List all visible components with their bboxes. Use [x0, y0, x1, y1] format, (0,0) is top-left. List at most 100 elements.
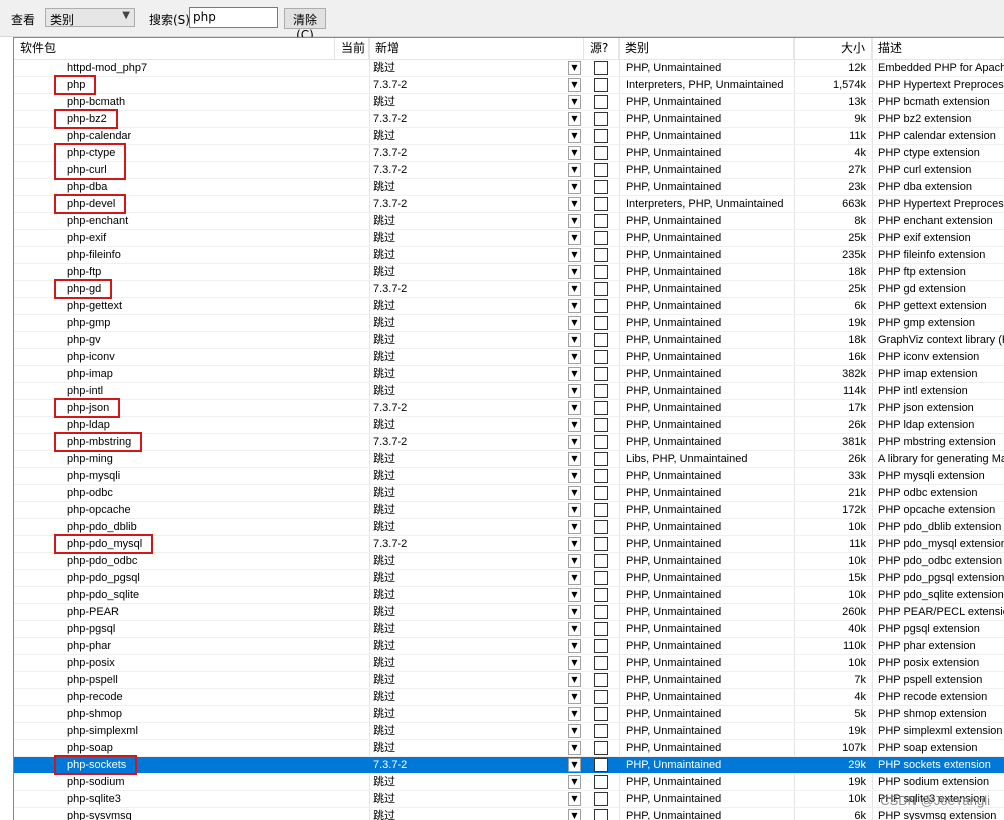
- table-row[interactable]: php-ctype 7.3.7-2 ▼ PHP, Unmaintained 4k PHP …: [14, 145, 1004, 162]
- table-row[interactable]: php-dba 跳过 ▼ PHP, Unmaintained 23k PHP dba ex…: [14, 179, 1004, 196]
- source-checkbox[interactable]: [594, 163, 608, 177]
- column-header-description[interactable]: 描述: [872, 38, 1004, 59]
- chevron-down-icon[interactable]: ▼: [568, 775, 581, 789]
- chevron-down-icon[interactable]: ▼: [568, 333, 581, 347]
- new-version-select[interactable]: 7.3.7-2: [373, 145, 568, 162]
- chevron-down-icon[interactable]: ▼: [568, 129, 581, 143]
- source-checkbox[interactable]: [594, 503, 608, 517]
- table-row[interactable]: php 7.3.7-2 ▼ Interpreters, PHP, Unmaintain…: [14, 77, 1004, 94]
- source-checkbox[interactable]: [594, 571, 608, 585]
- new-version-select[interactable]: 7.3.7-2: [373, 434, 568, 451]
- chevron-down-icon[interactable]: ▼: [568, 452, 581, 466]
- chevron-down-icon[interactable]: ▼: [568, 350, 581, 364]
- source-checkbox[interactable]: [594, 112, 608, 126]
- source-checkbox[interactable]: [594, 605, 608, 619]
- new-version-select[interactable]: 跳过: [373, 298, 568, 315]
- source-checkbox[interactable]: [594, 656, 608, 670]
- source-checkbox[interactable]: [594, 792, 608, 806]
- new-version-select[interactable]: 7.3.7-2: [373, 400, 568, 417]
- column-header-package[interactable]: 软件包: [14, 38, 335, 59]
- table-row[interactable]: php-exif 跳过 ▼ PHP, Unmaintained 25k PHP exif …: [14, 230, 1004, 247]
- new-version-select[interactable]: 跳过: [373, 128, 568, 145]
- table-row[interactable]: php-pdo_dblib 跳过 ▼ PHP, Unmaintained 10k PHP …: [14, 519, 1004, 536]
- source-checkbox[interactable]: [594, 350, 608, 364]
- chevron-down-icon[interactable]: ▼: [568, 724, 581, 738]
- chevron-down-icon[interactable]: ▼: [568, 401, 581, 415]
- chevron-down-icon[interactable]: ▼: [568, 571, 581, 585]
- source-checkbox[interactable]: [594, 282, 608, 296]
- new-version-select[interactable]: 跳过: [373, 213, 568, 230]
- chevron-down-icon[interactable]: ▼: [568, 554, 581, 568]
- new-version-select[interactable]: 跳过: [373, 366, 568, 383]
- table-row[interactable]: php-fileinfo 跳过 ▼ PHP, Unmaintained 235k PHP …: [14, 247, 1004, 264]
- table-row[interactable]: php-gmp 跳过 ▼ PHP, Unmaintained 19k PHP gmp ex…: [14, 315, 1004, 332]
- new-version-select[interactable]: 跳过: [373, 60, 568, 77]
- source-checkbox[interactable]: [594, 197, 608, 211]
- table-row[interactable]: php-pdo_pgsql 跳过 ▼ PHP, Unmaintained 15k PHP …: [14, 570, 1004, 587]
- table-row[interactable]: php-mbstring 7.3.7-2 ▼ PHP, Unmaintained 381…: [14, 434, 1004, 451]
- source-checkbox[interactable]: [594, 333, 608, 347]
- chevron-down-icon[interactable]: ▼: [568, 792, 581, 806]
- source-checkbox[interactable]: [594, 78, 608, 92]
- table-row[interactable]: php-enchant 跳过 ▼ PHP, Unmaintained 8k PHP enc…: [14, 213, 1004, 230]
- chevron-down-icon[interactable]: ▼: [568, 469, 581, 483]
- new-version-select[interactable]: 跳过: [373, 179, 568, 196]
- table-row[interactable]: php-phar 跳过 ▼ PHP, Unmaintained 110k PHP phar…: [14, 638, 1004, 655]
- source-checkbox[interactable]: [594, 129, 608, 143]
- new-version-select[interactable]: 跳过: [373, 604, 568, 621]
- chevron-down-icon[interactable]: ▼: [568, 265, 581, 279]
- chevron-down-icon[interactable]: ▼: [568, 673, 581, 687]
- table-row[interactable]: php-ftp 跳过 ▼ PHP, Unmaintained 18k PHP ftp ex…: [14, 264, 1004, 281]
- chevron-down-icon[interactable]: ▼: [568, 503, 581, 517]
- new-version-select[interactable]: 跳过: [373, 587, 568, 604]
- table-row[interactable]: php-pdo_mysql 7.3.7-2 ▼ PHP, Unmaintained 11…: [14, 536, 1004, 553]
- chevron-down-icon[interactable]: ▼: [568, 367, 581, 381]
- table-row[interactable]: php-intl 跳过 ▼ PHP, Unmaintained 114k PHP intl…: [14, 383, 1004, 400]
- chevron-down-icon[interactable]: ▼: [568, 112, 581, 126]
- new-version-select[interactable]: 跳过: [373, 264, 568, 281]
- column-header-source[interactable]: 源?: [584, 38, 619, 59]
- chevron-down-icon[interactable]: ▼: [568, 231, 581, 245]
- source-checkbox[interactable]: [594, 537, 608, 551]
- chevron-down-icon[interactable]: ▼: [568, 520, 581, 534]
- source-checkbox[interactable]: [594, 316, 608, 330]
- new-version-select[interactable]: 跳过: [373, 570, 568, 587]
- new-version-select[interactable]: 跳过: [373, 553, 568, 570]
- source-checkbox[interactable]: [594, 95, 608, 109]
- table-row[interactable]: php-pspell 跳过 ▼ PHP, Unmaintained 7k PHP pspe…: [14, 672, 1004, 689]
- source-checkbox[interactable]: [594, 588, 608, 602]
- table-row[interactable]: php-devel 7.3.7-2 ▼ Interpreters, PHP, Unma…: [14, 196, 1004, 213]
- source-checkbox[interactable]: [594, 384, 608, 398]
- source-checkbox[interactable]: [594, 809, 608, 820]
- new-version-select[interactable]: 跳过: [373, 502, 568, 519]
- table-row[interactable]: php-recode 跳过 ▼ PHP, Unmaintained 4k PHP reco…: [14, 689, 1004, 706]
- chevron-down-icon[interactable]: ▼: [568, 418, 581, 432]
- column-header-new[interactable]: 新增: [369, 38, 584, 59]
- chevron-down-icon[interactable]: ▼: [568, 163, 581, 177]
- chevron-down-icon[interactable]: ▼: [568, 639, 581, 653]
- clear-button[interactable]: 清除(C): [284, 8, 326, 42]
- new-version-select[interactable]: 跳过: [373, 451, 568, 468]
- table-row[interactable]: php-simplexml 跳过 ▼ PHP, Unmaintained 19k PHP …: [14, 723, 1004, 740]
- column-header-current[interactable]: 当前: [335, 38, 369, 59]
- chevron-down-icon[interactable]: ▼: [568, 282, 581, 296]
- table-row[interactable]: php-gd 7.3.7-2 ▼ PHP, Unmaintained 25k PHP gd…: [14, 281, 1004, 298]
- table-row[interactable]: php-calendar 跳过 ▼ PHP, Unmaintained 11k PHP c…: [14, 128, 1004, 145]
- table-row[interactable]: php-curl 7.3.7-2 ▼ PHP, Unmaintained 27k PHP …: [14, 162, 1004, 179]
- table-row[interactable]: httpd-mod_php7 跳过 ▼ PHP, Unmaintained 12k Emb…: [14, 60, 1004, 77]
- chevron-down-icon[interactable]: ▼: [568, 656, 581, 670]
- source-checkbox[interactable]: [594, 690, 608, 704]
- new-version-select[interactable]: 跳过: [373, 672, 568, 689]
- new-version-select[interactable]: 跳过: [373, 230, 568, 247]
- chevron-down-icon[interactable]: ▼: [568, 486, 581, 500]
- chevron-down-icon[interactable]: ▼: [568, 197, 581, 211]
- new-version-select[interactable]: 跳过: [373, 689, 568, 706]
- table-row[interactable]: php-soap 跳过 ▼ PHP, Unmaintained 107k PHP soap…: [14, 740, 1004, 757]
- chevron-down-icon[interactable]: ▼: [568, 384, 581, 398]
- chevron-down-icon[interactable]: ▼: [568, 741, 581, 755]
- new-version-select[interactable]: 跳过: [373, 791, 568, 808]
- chevron-down-icon[interactable]: ▼: [568, 588, 581, 602]
- new-version-select[interactable]: 跳过: [373, 332, 568, 349]
- new-version-select[interactable]: 跳过: [373, 247, 568, 264]
- source-checkbox[interactable]: [594, 707, 608, 721]
